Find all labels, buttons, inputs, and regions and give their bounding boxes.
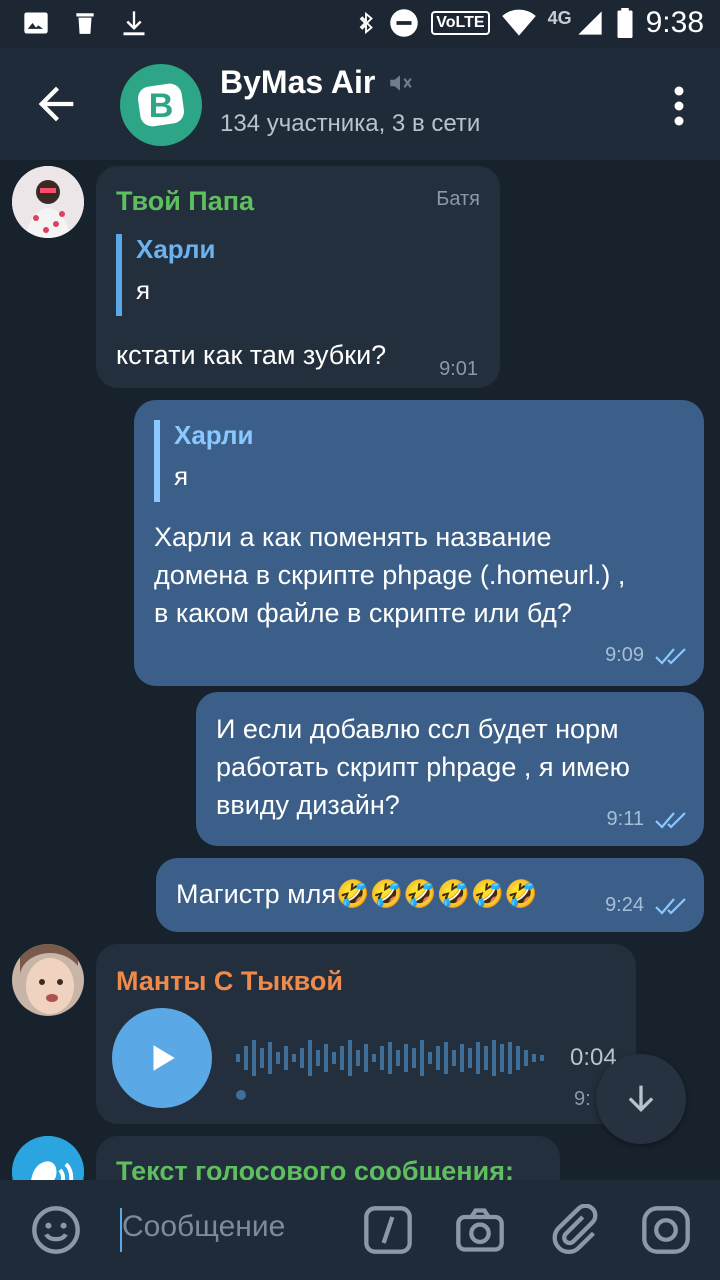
message-line: работать скрипт phpage , я имею — [216, 752, 630, 782]
svg-text:B: B — [149, 87, 174, 125]
double-check-icon — [655, 647, 686, 665]
group-avatar[interactable]: B — [120, 64, 202, 146]
message-line: в каком файле в скрипте или бд? — [154, 598, 572, 628]
dnd-icon — [390, 9, 419, 37]
double-check-icon — [655, 811, 686, 829]
avatar[interactable] — [12, 944, 84, 1016]
volte-badge: VoLTE — [431, 11, 490, 35]
muted-icon — [390, 74, 413, 91]
chat-subtitle: 134 участника, 3 в сети — [220, 110, 481, 137]
download-icon — [123, 11, 145, 36]
reply-author: Харли — [136, 234, 216, 264]
more-vert-icon[interactable] — [672, 84, 686, 128]
message-line: И если добавлю ссл будет норм — [216, 714, 619, 744]
clock: 9:38 — [645, 6, 704, 39]
message-meta: 9:09 — [605, 644, 688, 667]
chat-title-text: ByMas Air — [220, 64, 376, 100]
double-check-icon — [655, 897, 686, 915]
chat-header: B ByMas Air 134 участника, 3 в сети — [0, 48, 720, 160]
message-bubble-outgoing[interactable]: Магистр мля🤣🤣🤣🤣🤣🤣 9:24 — [156, 858, 704, 932]
reply-quote[interactable]: Харли я — [116, 234, 216, 316]
wifi-icon — [501, 9, 536, 36]
sender-tag: Батя — [436, 188, 480, 210]
scroll-down-button[interactable] — [596, 1054, 686, 1144]
message-time: 9: — [574, 1088, 591, 1110]
message-bubble-outgoing[interactable]: И если добавлю ссл будет норм работать с… — [196, 692, 704, 846]
network-type: 4G — [547, 7, 572, 28]
message-input-bar: Сообщение — [0, 1180, 720, 1280]
message-list[interactable]: Твой Папа Батя Харли я кстати как там зу… — [0, 160, 720, 1180]
message-line: домена в скрипте phpage (.homeurl.) , — [154, 560, 626, 590]
gallery-icon — [24, 12, 48, 34]
voice-waveform[interactable] — [234, 1036, 550, 1080]
emoji-icon[interactable] — [30, 1204, 82, 1256]
message-input[interactable]: Сообщение — [122, 1210, 285, 1244]
message-bubble-incoming[interactable]: Твой Папа Батя Харли я кстати как там зу… — [96, 166, 500, 388]
unread-voice-dot — [236, 1090, 246, 1100]
sender-name[interactable]: Твой Папа — [116, 186, 254, 217]
message-text: Магистр мля🤣🤣🤣🤣🤣🤣 — [176, 879, 538, 909]
message-text: кстати как там зубки? — [116, 340, 387, 370]
message-time: 9:09 — [605, 644, 644, 666]
message-meta: 9:24 — [605, 894, 688, 917]
arrow-down-icon — [628, 1085, 654, 1112]
reply-text: я — [174, 461, 189, 491]
message-text: Харли а как поменять название домена в с… — [154, 518, 625, 632]
voice-message-bubble[interactable]: Манты С Тыквой 0:04 9: — [96, 944, 636, 1124]
group-logo-icon: B — [137, 83, 185, 127]
video-message-icon[interactable] — [640, 1204, 692, 1256]
message-time: 9:01 — [439, 358, 478, 380]
play-icon — [153, 1045, 175, 1071]
reply-author: Харли — [174, 420, 254, 450]
sender-name: Текст голосового сообщения: — [116, 1156, 514, 1180]
sender-name[interactable]: Манты С Тыквой — [116, 966, 343, 997]
avatar[interactable] — [12, 166, 84, 238]
play-button[interactable] — [112, 1008, 212, 1108]
reply-quote[interactable]: Харли я — [154, 420, 254, 502]
bot-command-icon[interactable] — [362, 1204, 414, 1256]
message-time: 9:11 — [606, 808, 644, 830]
message-line: Харли а как поменять название — [154, 522, 552, 552]
message-time: 9:24 — [605, 894, 644, 916]
chat-title[interactable]: ByMas Air — [220, 64, 413, 101]
message-meta: 9:11 — [607, 808, 688, 831]
status-bar: VoLTE 4G 9:38 — [0, 0, 720, 48]
attach-icon[interactable] — [548, 1204, 600, 1256]
message-text: И если добавлю ссл будет норм работать с… — [216, 710, 630, 824]
back-arrow-icon[interactable] — [30, 78, 82, 130]
reply-text: я — [136, 275, 151, 305]
avatar[interactable] — [12, 1136, 84, 1180]
trash-icon — [76, 13, 94, 34]
camera-icon[interactable] — [454, 1204, 506, 1256]
user-photo-icon — [12, 944, 84, 1016]
bluetooth-icon — [359, 11, 374, 35]
message-line: ввиду дизайн? — [216, 790, 400, 820]
user-photo-icon — [12, 166, 84, 238]
battery-icon — [617, 8, 633, 38]
message-bubble-outgoing[interactable]: Харли я Харли а как поменять название до… — [134, 400, 704, 686]
signal-icon — [577, 11, 602, 35]
message-bubble-incoming[interactable]: Текст голосового сообщения: — [96, 1136, 560, 1180]
voice-bot-icon — [12, 1136, 84, 1180]
